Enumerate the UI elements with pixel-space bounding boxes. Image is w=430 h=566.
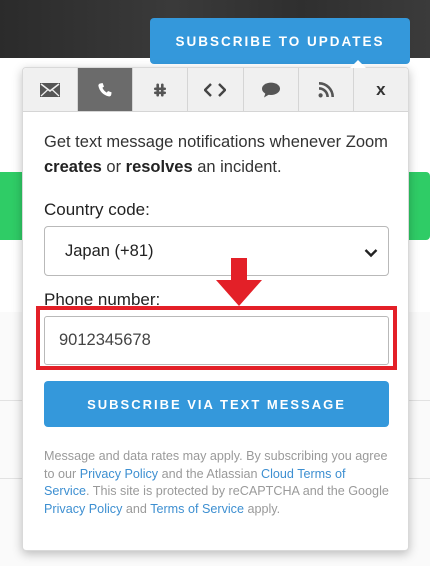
description-text: an incident. <box>192 158 282 176</box>
subscribe-via-text-button[interactable]: SUBSCRIBE VIA TEXT MESSAGE <box>44 381 389 427</box>
subscribe-popup: x Get text message notifications wheneve… <box>22 60 409 551</box>
popup-caret <box>350 60 366 68</box>
legal-text: and the Atlassian <box>158 466 262 481</box>
google-privacy-link[interactable]: Privacy Policy <box>44 502 122 516</box>
privacy-policy-link[interactable]: Privacy Policy <box>80 467 158 481</box>
chevron-down-icon <box>364 244 378 263</box>
red-arrow-down-icon <box>215 258 263 313</box>
description-text: or <box>101 158 126 176</box>
google-terms-link[interactable]: Terms of Service <box>150 502 244 516</box>
email-icon <box>40 82 61 97</box>
tab-rss[interactable] <box>299 68 354 111</box>
sms-subscribe-form: Get text message notifications whenever … <box>36 130 397 516</box>
tab-sms[interactable] <box>78 68 134 111</box>
tab-webhook[interactable] <box>188 68 244 111</box>
country-code-label: Country code: <box>44 200 150 219</box>
tab-slack[interactable] <box>133 68 189 111</box>
sms-description: Get text message notifications whenever … <box>44 130 389 180</box>
tab-chat[interactable] <box>244 68 299 111</box>
close-icon: x <box>376 79 386 99</box>
description-text: Get text message notifications whenever … <box>44 133 388 151</box>
country-code-value: Japan (+81) <box>65 241 154 260</box>
legal-text: . This site is protected by reCAPTCHA an… <box>86 484 389 498</box>
rss-icon <box>318 81 334 98</box>
phone-icon <box>97 82 113 98</box>
phone-number-input[interactable]: 9012345678 <box>44 316 389 365</box>
description-creates: creates <box>44 158 102 176</box>
code-icon <box>204 82 227 97</box>
subscribe-to-updates-button[interactable]: SUBSCRIBE TO UPDATES <box>150 18 410 64</box>
chat-icon <box>261 82 281 98</box>
slack-icon <box>151 81 169 99</box>
tab-close[interactable]: x <box>354 68 408 111</box>
tab-email[interactable] <box>23 68 79 111</box>
legal-text: and <box>122 501 151 516</box>
subscription-tabs: x <box>23 68 408 112</box>
legal-notice: Message and data rates may apply. By sub… <box>44 448 389 518</box>
legal-text: apply. <box>243 501 281 516</box>
description-resolves: resolves <box>125 158 193 176</box>
